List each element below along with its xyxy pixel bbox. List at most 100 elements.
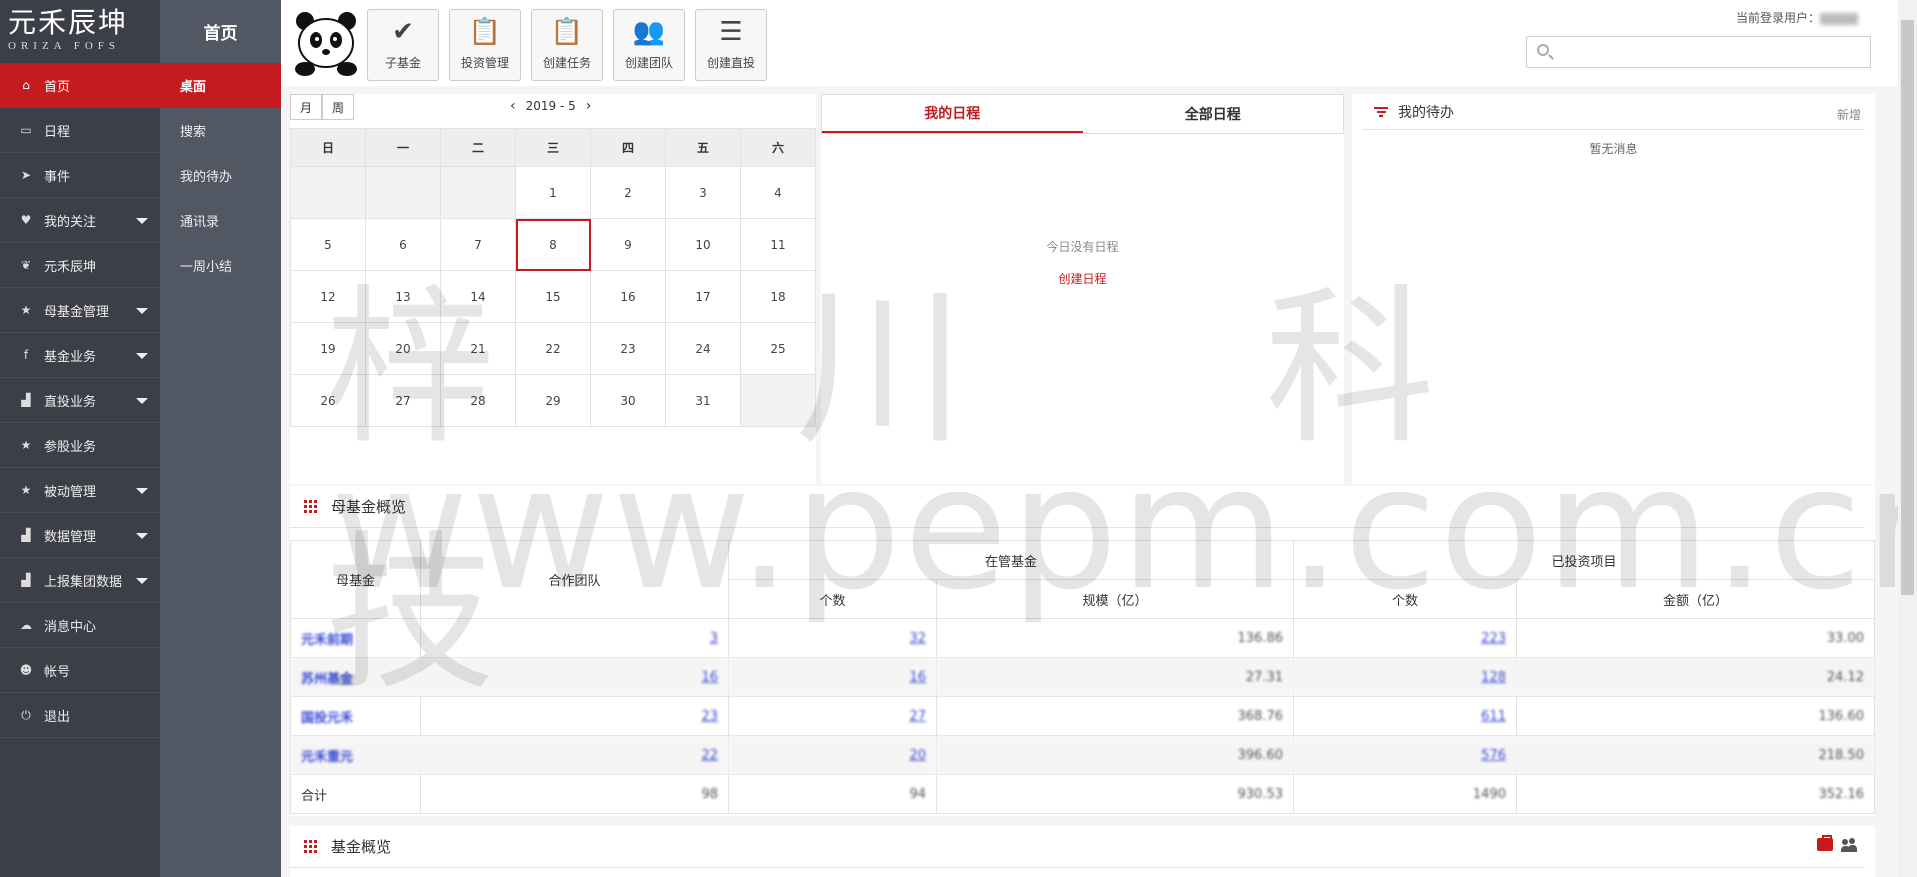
heart-icon: ♥	[20, 213, 32, 227]
nav-item-11[interactable]: ▟ 上报集团数据	[0, 558, 160, 603]
calendar-day[interactable]: 24	[665, 322, 741, 375]
toolbar-button-2[interactable]: 📋 创建任务	[531, 9, 603, 81]
nav-item-6[interactable]: f 基金业务	[0, 333, 160, 378]
cell-name[interactable]: 国投元禾	[290, 696, 421, 736]
add-todo-link[interactable]: 新增	[1837, 106, 1861, 123]
nav-item-9[interactable]: ★ 被动管理	[0, 468, 160, 513]
cell-team[interactable]: 16	[420, 657, 729, 697]
calendar-day[interactable]: 7	[440, 218, 516, 271]
nav-item-0[interactable]: ⌂ 首页	[0, 63, 160, 108]
cell-name[interactable]: 元禾重元	[290, 735, 421, 775]
nav-item-13[interactable]: ☻ 帐号	[0, 648, 160, 693]
calendar-day[interactable]: 6	[365, 218, 441, 271]
scrollbar-thumb[interactable]	[1901, 20, 1914, 595]
cell-count[interactable]: 16	[728, 657, 937, 697]
calendar-day[interactable]: 27	[365, 374, 441, 427]
nav-item-2[interactable]: ➤ 事件	[0, 153, 160, 198]
nav-item-4[interactable]: ❦ 元禾辰坤	[0, 243, 160, 288]
nav-item-14[interactable]: ⏻ 退出	[0, 693, 160, 738]
calendar-day[interactable]: 29	[515, 374, 591, 427]
col-invested-count: 个数	[1293, 579, 1517, 619]
cell-team[interactable]: 22	[420, 735, 729, 775]
calendar-day[interactable]: 22	[515, 322, 591, 375]
cell-proj[interactable]: 128	[1293, 657, 1517, 697]
clipboard-icon: 📋	[468, 17, 502, 47]
calendar-day[interactable]: 9	[590, 218, 666, 271]
calendar-day[interactable]: 16	[590, 270, 666, 323]
facebook-f-icon: f	[23, 348, 29, 362]
cell-proj[interactable]: 576	[1293, 735, 1517, 775]
search-box[interactable]	[1526, 36, 1871, 68]
calendar-day[interactable]: 25	[740, 322, 816, 375]
calendar-day[interactable]: 12	[290, 270, 366, 323]
calendar-day[interactable]: 1	[515, 166, 591, 219]
calendar-day[interactable]: 2	[590, 166, 666, 219]
week-view-button[interactable]: 周	[322, 94, 354, 120]
user-icon: ☻	[19, 663, 33, 677]
search-input[interactable]	[1557, 42, 1857, 62]
cell-count[interactable]: 27	[728, 696, 937, 736]
toolbar-button-3[interactable]: 👥 创建团队	[613, 9, 685, 81]
col-invested-amount: 金额（亿）	[1516, 579, 1875, 619]
tab-my-schedule[interactable]: 我的日程	[822, 95, 1083, 133]
nav-item-1[interactable]: ▭ 日程	[0, 108, 160, 153]
users-icon[interactable]	[1841, 838, 1857, 852]
cell-name[interactable]: 苏州基金	[290, 657, 421, 697]
page-scrollbar[interactable]	[1898, 0, 1917, 877]
nav-item-10[interactable]: ▟ 数据管理	[0, 513, 160, 558]
cell-count[interactable]: 20	[728, 735, 937, 775]
subnav-item-1[interactable]: 搜索	[160, 108, 281, 153]
nav-item-12[interactable]: ☁ 消息中心	[0, 603, 160, 648]
subnav-item-3[interactable]: 通讯录	[160, 198, 281, 243]
calendar-day[interactable]: 28	[440, 374, 516, 427]
todo-header: 我的待办	[1362, 94, 1865, 130]
subnav-item-2[interactable]: 我的待办	[160, 153, 281, 198]
calendar-grid: 日一二三四五六 1 2 3 4 5 6 7 8 9 10 11 12 13 14 15 16 17 18 19 20 2…	[290, 128, 816, 427]
calendar-day[interactable]: 4	[740, 166, 816, 219]
calendar-day[interactable]: 11	[740, 218, 816, 271]
toolbar-button-0[interactable]: ✔ 子基金	[367, 9, 439, 81]
cell-team[interactable]: 3	[420, 618, 729, 658]
subnav-item-4[interactable]: 一周小结	[160, 243, 281, 288]
current-period: 2019 - 5	[525, 99, 576, 113]
calendar-day[interactable]: 17	[665, 270, 741, 323]
create-schedule-link[interactable]: 创建日程	[821, 270, 1344, 287]
calendar-day[interactable]: 8	[515, 218, 591, 271]
calendar-day[interactable]: 18	[740, 270, 816, 323]
star-icon: ★	[20, 483, 32, 497]
calendar-day[interactable]: 30	[590, 374, 666, 427]
calendar-day[interactable]: 10	[665, 218, 741, 271]
cell-count[interactable]: 32	[728, 618, 937, 658]
calendar-day[interactable]: 19	[290, 322, 366, 375]
month-view-button[interactable]: 月	[290, 94, 322, 120]
toolbar-button-4[interactable]: ☰ 创建直投	[695, 9, 767, 81]
cell-name[interactable]: 元禾前期	[290, 618, 421, 658]
calendar-day[interactable]: 23	[590, 322, 666, 375]
schedule-panel: 我的日程 全部日程 今日没有日程 创建日程	[821, 94, 1344, 484]
calendar-day[interactable]: 14	[440, 270, 516, 323]
tab-all-schedule[interactable]: 全部日程	[1083, 95, 1344, 133]
nav-item-label: 日程	[44, 124, 71, 140]
nav-item-3[interactable]: ♥ 我的关注	[0, 198, 160, 243]
nav-item-7[interactable]: ▟ 直投业务	[0, 378, 160, 423]
nav-item-8[interactable]: ★ 参股业务	[0, 423, 160, 468]
cell-proj[interactable]: 223	[1293, 618, 1517, 658]
caret-down-icon	[136, 578, 148, 584]
calendar-day[interactable]: 21	[440, 322, 516, 375]
toolbar-button-1[interactable]: 📋 投资管理	[449, 9, 521, 81]
next-month-icon[interactable]: ›	[586, 98, 592, 114]
calendar-day[interactable]: 3	[665, 166, 741, 219]
calendar-day[interactable]: 31	[665, 374, 741, 427]
calendar-day[interactable]: 13	[365, 270, 441, 323]
cell-team[interactable]: 23	[420, 696, 729, 736]
calendar-day[interactable]: 26	[290, 374, 366, 427]
calendar-day[interactable]: 5	[290, 218, 366, 271]
briefcase-icon[interactable]	[1817, 835, 1833, 851]
todo-panel: 我的待办 新增 暂无消息	[1352, 94, 1875, 484]
calendar-day[interactable]: 20	[365, 322, 441, 375]
calendar-day[interactable]: 15	[515, 270, 591, 323]
subnav-item-0[interactable]: 桌面	[160, 63, 281, 108]
nav-item-5[interactable]: ★ 母基金管理	[0, 288, 160, 333]
prev-month-icon[interactable]: ‹	[510, 98, 516, 114]
cell-proj[interactable]: 611	[1293, 696, 1517, 736]
